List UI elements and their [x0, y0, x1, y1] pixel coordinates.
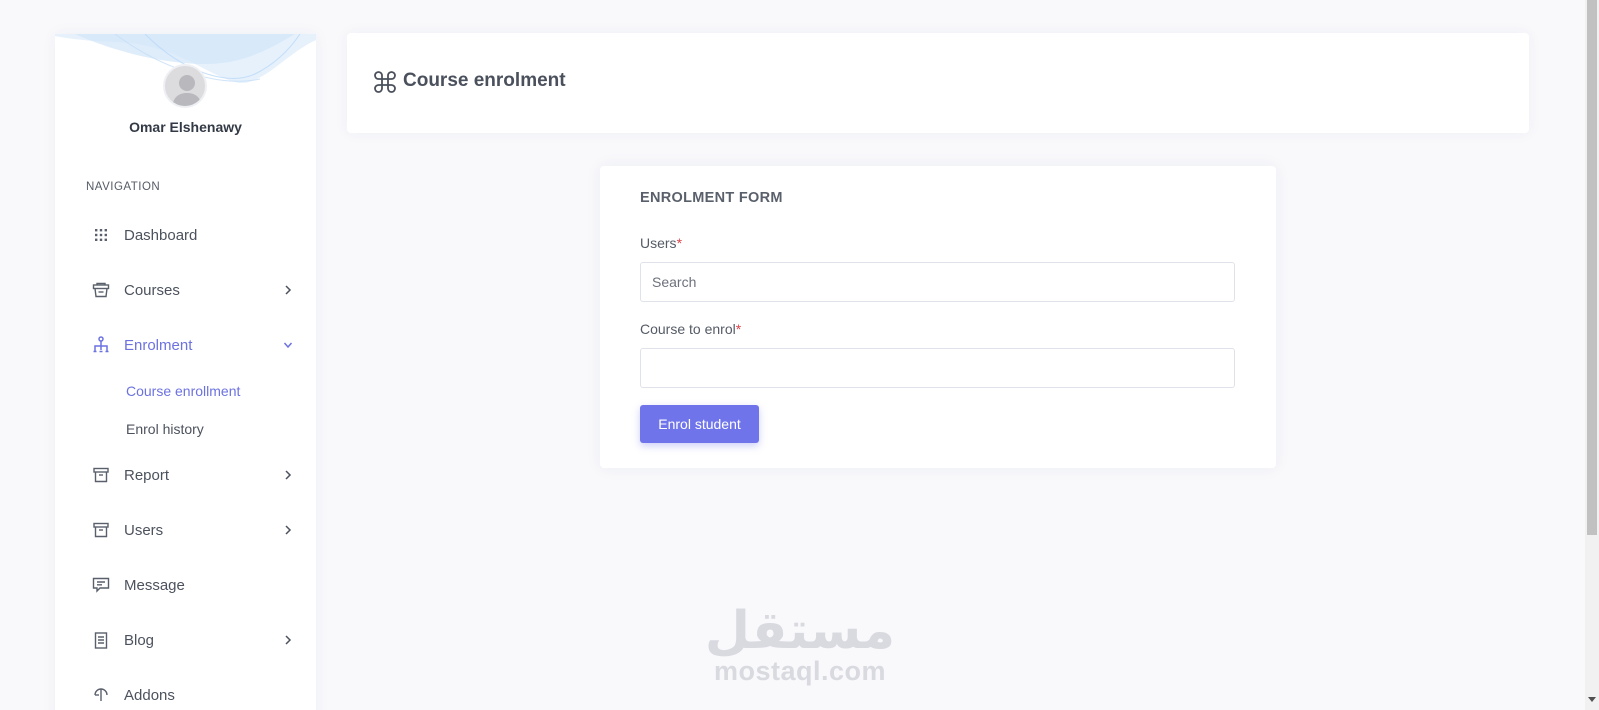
chevron-right-icon: [285, 525, 292, 535]
page-title: Course enrolment: [403, 70, 566, 91]
scrollbar-thumb[interactable]: [1587, 0, 1597, 535]
required-mark: *: [735, 321, 742, 337]
avatar[interactable]: [163, 64, 207, 108]
chevron-right-icon: [285, 285, 292, 295]
command-icon: [374, 71, 396, 93]
form-title: ENROLMENT FORM: [640, 190, 783, 206]
sidebar-item-label: Message: [124, 576, 185, 594]
watermark-logo: مستقل mostaql.com: [700, 605, 900, 685]
document-icon: [90, 629, 112, 651]
grid-dots-icon: [90, 224, 112, 246]
archive-icon: [90, 464, 112, 486]
sidebar-item-addons[interactable]: Addons: [86, 680, 286, 710]
sidebar-subitem-course-enrollment[interactable]: Course enrollment: [126, 383, 240, 399]
enrol-student-button[interactable]: Enrol student: [640, 405, 759, 443]
scroll-down-arrow-icon[interactable]: [1588, 697, 1596, 702]
page-header: Course enrolment: [347, 33, 1529, 133]
chevron-down-icon: [283, 342, 293, 349]
sidebar-subitem-enrol-history[interactable]: Enrol history: [126, 421, 204, 437]
sidebar-item-report[interactable]: Report: [86, 460, 292, 490]
sidebar-item-label: Blog: [124, 631, 155, 649]
sidebar-item-message[interactable]: Message: [86, 570, 286, 600]
page-scrollbar[interactable]: [1585, 0, 1599, 710]
watermark-latin: mostaql.com: [713, 656, 887, 686]
sidebar-item-label: Dashboard: [124, 226, 198, 244]
nav-heading: NAVIGATION: [86, 181, 161, 193]
required-mark: *: [676, 235, 683, 251]
user-name: Omar Elshenawy: [129, 119, 242, 135]
archive-icon: [90, 519, 112, 541]
users-label: Users*: [640, 235, 682, 251]
sidebar-item-blog[interactable]: Blog: [86, 625, 292, 655]
sidebar: Omar Elshenawy NAVIGATION Dashboard Cour…: [55, 34, 316, 710]
enrolment-form: ENROLMENT FORM Users* Course to enrol* E…: [600, 166, 1276, 468]
addons-icon: [90, 684, 112, 706]
sidebar-item-label: Users: [124, 521, 164, 539]
sidebar-item-label: Courses: [124, 281, 180, 299]
users-label-text: Users: [640, 235, 677, 251]
sidebar-item-label: Enrolment: [124, 336, 193, 354]
sidebar-item-courses[interactable]: Courses: [86, 275, 292, 305]
sidebar-item-label: Addons: [124, 686, 175, 704]
users-search-input[interactable]: [640, 262, 1235, 302]
sidebar-item-dashboard[interactable]: Dashboard: [86, 220, 286, 250]
message-icon: [90, 574, 112, 596]
sidebar-item-users[interactable]: Users: [86, 515, 292, 545]
sitemap-icon: [90, 334, 112, 356]
chevron-right-icon: [285, 470, 292, 480]
course-label-text: Course to enrol: [640, 321, 736, 337]
chevron-right-icon: [285, 635, 292, 645]
watermark-arabic: مستقل: [704, 601, 896, 661]
sidebar-item-enrolment[interactable]: Enrolment: [86, 330, 293, 360]
course-label: Course to enrol*: [640, 321, 741, 337]
sidebar-item-label: Report: [124, 466, 170, 484]
course-to-enrol-input[interactable]: [640, 348, 1235, 388]
basket-icon: [90, 279, 112, 301]
